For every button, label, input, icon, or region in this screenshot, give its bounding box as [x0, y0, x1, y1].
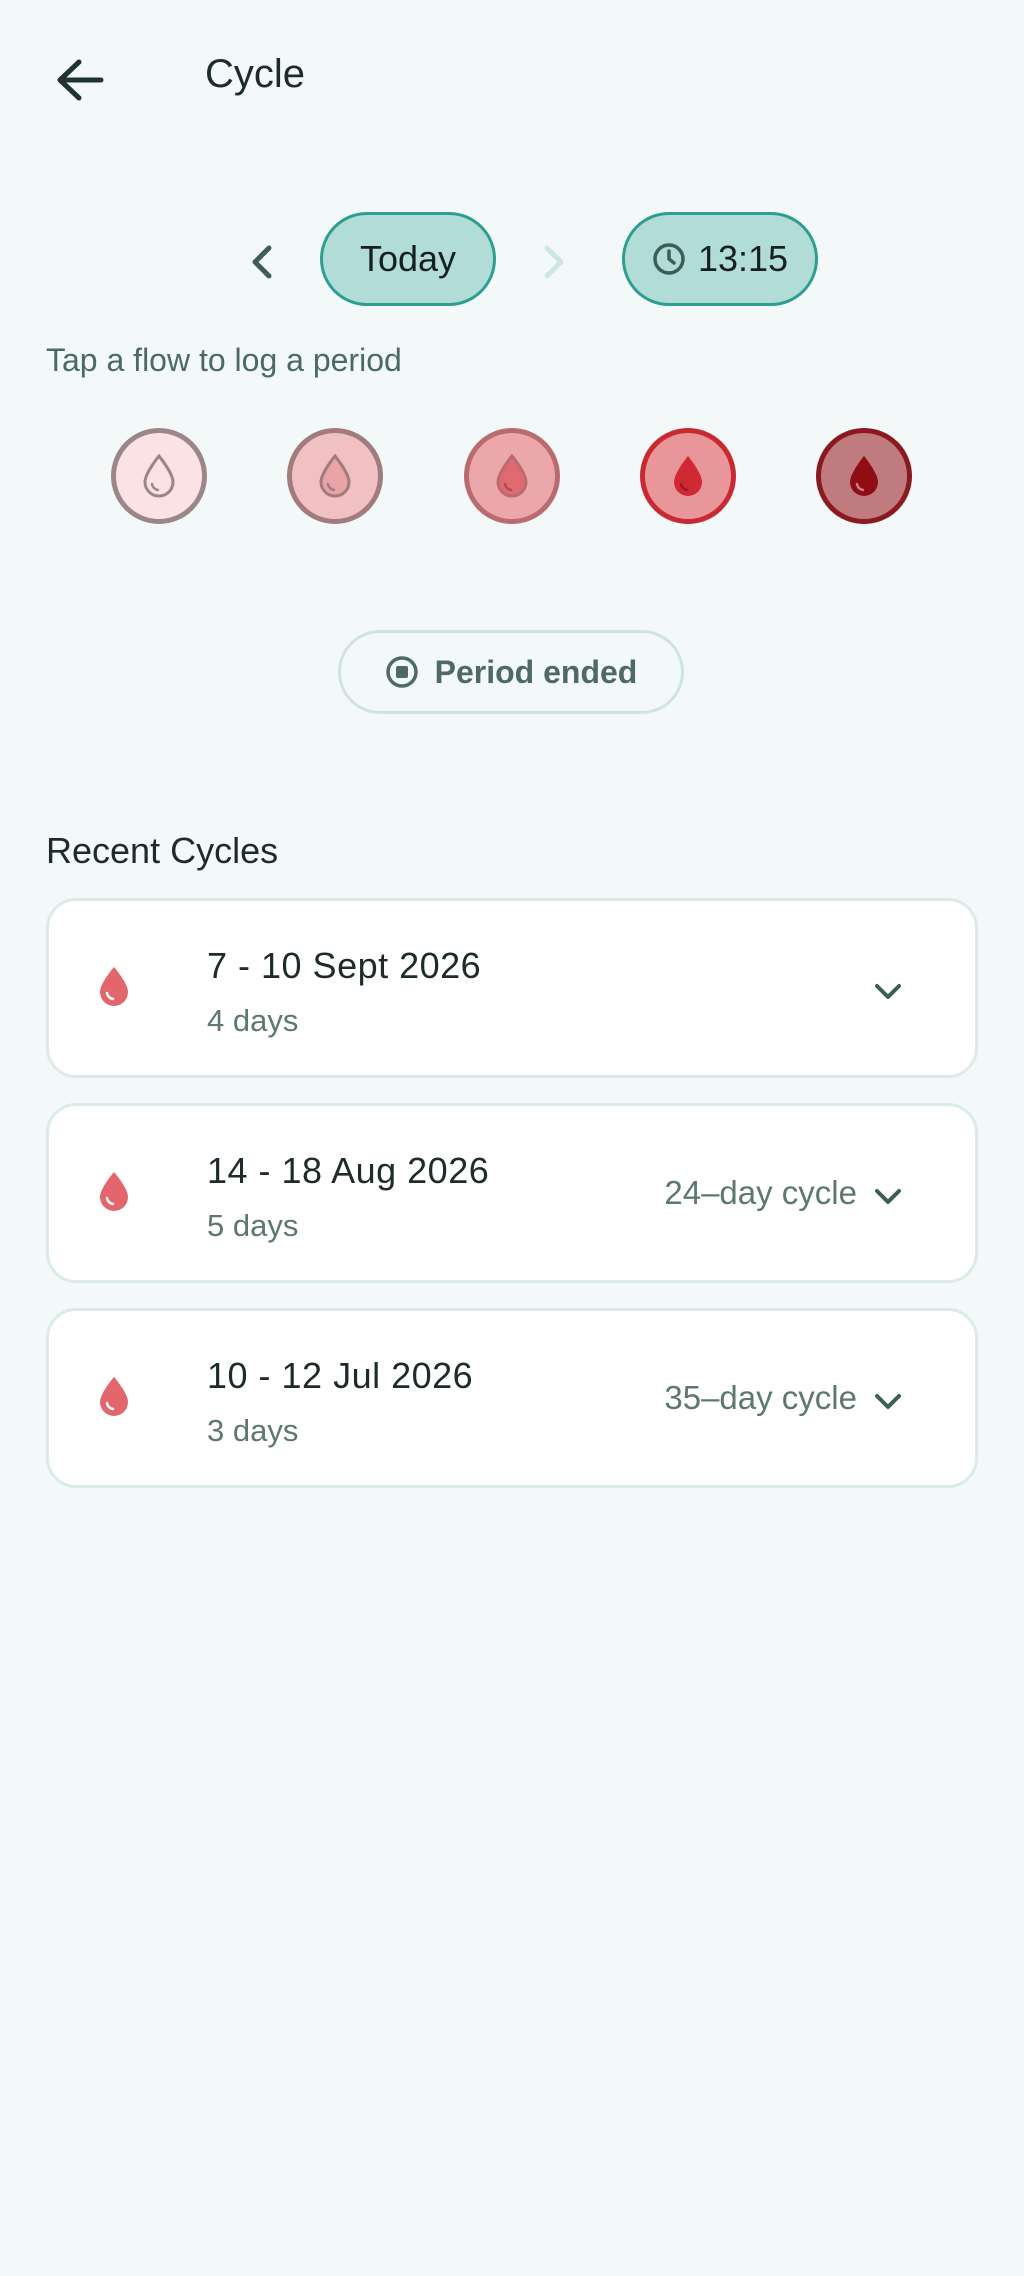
- cycle-duration: 3 days: [207, 1413, 299, 1448]
- chevron-down-icon: [875, 1189, 901, 1204]
- cycle-date-range: 7 - 10 Sept 2026: [207, 945, 482, 986]
- flow-option-heavy[interactable]: [640, 428, 736, 524]
- chevron-down-icon: [875, 984, 901, 999]
- cycle-length: 35–day cycle: [664, 1379, 857, 1416]
- time-label: 13:15: [697, 238, 789, 279]
- stop-circle-icon: [385, 656, 418, 688]
- cycle-card[interactable]: 7 - 10 Sept 2026 4 days: [46, 898, 978, 1078]
- blood-drop-icon: [100, 967, 128, 1006]
- page-title: Cycle: [205, 52, 306, 96]
- recent-cycles-heading: Recent Cycles: [46, 830, 279, 871]
- blood-drop-outline-icon: [143, 453, 175, 498]
- flow-option-spotting[interactable]: [111, 428, 207, 524]
- flow-option-medium[interactable]: [464, 428, 560, 524]
- date-label: Today: [359, 238, 457, 279]
- blood-drop-heavy-icon: [674, 456, 702, 496]
- time-pill[interactable]: 13:15: [622, 212, 818, 306]
- next-day-button: [524, 232, 584, 292]
- top-app-bar: Cycle: [0, 0, 1024, 160]
- back-button[interactable]: [40, 40, 120, 120]
- chevron-right-icon: [544, 245, 564, 279]
- expand-button[interactable]: [871, 1180, 905, 1214]
- flow-option-very-heavy[interactable]: [816, 428, 912, 524]
- blood-drop-medium-icon: [496, 453, 528, 498]
- cycle-date-range: 14 - 18 Aug 2026: [207, 1150, 490, 1191]
- cycle-duration: 5 days: [207, 1208, 299, 1243]
- cycle-card[interactable]: 10 - 12 Jul 2026 3 days 35–day cycle: [46, 1308, 978, 1488]
- date-pill[interactable]: Today: [320, 212, 496, 306]
- cycle-length: 24–day cycle: [664, 1174, 857, 1211]
- blood-drop-icon: [100, 1377, 128, 1416]
- arrow-left-icon: [57, 59, 104, 101]
- chevron-left-icon: [252, 245, 272, 279]
- clock-icon: [653, 243, 685, 275]
- cycle-card[interactable]: 14 - 18 Aug 2026 5 days 24–day cycle: [46, 1103, 978, 1283]
- cycle-date-range: 10 - 12 Jul 2026: [207, 1355, 474, 1396]
- flow-option-light[interactable]: [287, 428, 383, 524]
- previous-day-button[interactable]: [232, 232, 292, 292]
- blood-drop-very-heavy-icon: [850, 456, 878, 496]
- period-ended-label: Period ended: [434, 653, 638, 690]
- blood-drop-light-icon: [319, 453, 351, 498]
- chevron-down-icon: [875, 1394, 901, 1409]
- expand-button[interactable]: [871, 1385, 905, 1419]
- cycle-duration: 4 days: [207, 1003, 299, 1038]
- expand-button[interactable]: [871, 975, 905, 1009]
- date-time-selector: Today 13:15: [0, 210, 1024, 312]
- flow-hint: Tap a flow to log a period: [46, 342, 402, 378]
- blood-drop-icon: [100, 1172, 128, 1211]
- period-ended-button[interactable]: Period ended: [338, 630, 684, 714]
